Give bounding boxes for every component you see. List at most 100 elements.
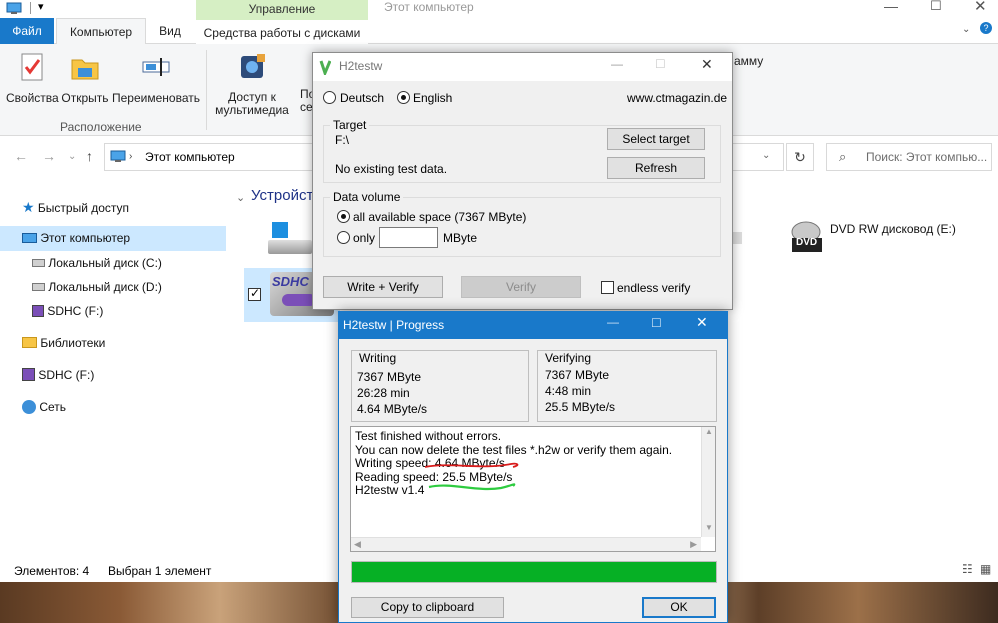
open-button[interactable]: Открыть <box>60 52 110 105</box>
nav-label: Локальный диск (D:) <box>48 280 162 294</box>
handwritten-underline-marks <box>424 462 519 491</box>
write-verify-button[interactable]: Write + Verify <box>323 276 443 298</box>
windows-drive-icon[interactable] <box>268 222 312 258</box>
scroll-right-icon[interactable]: ▶ <box>690 539 697 550</box>
lang-english-radio[interactable] <box>397 91 410 104</box>
website-link[interactable]: www.ctmagazin.de <box>627 91 727 105</box>
star-icon: ★ <box>22 199 35 215</box>
address-dropdown-icon[interactable]: ⌄ <box>762 150 770 161</box>
address-box-end[interactable]: ⌄ <box>726 143 784 171</box>
nav-item-sdhc[interactable]: SDHC (F:) <box>32 304 103 318</box>
nav-item-quick-access[interactable]: ★ Быстрый доступ <box>22 199 129 216</box>
recent-dropdown-icon[interactable]: ⌄ <box>68 151 76 162</box>
nav-label: SDHC (F:) <box>47 304 104 318</box>
open-label: Открыть <box>61 91 109 105</box>
media-icon <box>241 54 265 78</box>
ribbon-partial-label: амму <box>734 54 764 68</box>
maximize-icon[interactable]: ☐ <box>651 316 662 330</box>
close-icon[interactable]: ✕ <box>696 314 708 331</box>
quick-access-dropdown-icon[interactable]: ▾ <box>38 0 44 13</box>
mbyte-unit-label: MByte <box>443 231 478 245</box>
all-space-label[interactable]: all available space (7367 MByte) <box>353 210 526 224</box>
nav-item-disk-c[interactable]: Локальный диск (C:) <box>32 256 162 270</box>
address-box[interactable]: › Этот компьютер <box>104 143 314 171</box>
up-icon[interactable]: ↑ <box>86 148 93 164</box>
vertical-scrollbar[interactable]: ▲ ▼ <box>701 427 715 537</box>
endless-verify-label[interactable]: endless verify <box>617 281 690 295</box>
h2testw-window: H2testw — ☐ ✕ Deutsch English www.ctmaga… <box>312 52 733 310</box>
network-icon <box>22 400 36 414</box>
endless-verify-checkbox[interactable] <box>601 281 614 294</box>
sd-card-icon <box>32 305 44 317</box>
verifying-caption: Verifying <box>545 351 592 365</box>
back-icon[interactable]: ← <box>14 148 28 164</box>
properties-label: Свойства <box>6 91 59 105</box>
scroll-left-icon[interactable]: ◀ <box>354 539 361 550</box>
nav-item-network[interactable]: Сеть <box>22 400 66 414</box>
collapse-ribbon-icon[interactable]: ⌄ <box>962 24 970 35</box>
select-target-button[interactable]: Select target <box>607 128 705 150</box>
data-volume-caption: Data volume <box>330 190 404 204</box>
properties-button[interactable]: Свойства <box>6 52 59 105</box>
close-icon[interactable]: ✕ <box>701 56 713 73</box>
search-placeholder: Поиск: Этот компью... <box>866 150 988 164</box>
explorer-titlebar: ▾ Этот компьютер — ☐ ✕ <box>0 0 998 18</box>
lang-english-label[interactable]: English <box>413 91 452 105</box>
nav-item-this-pc[interactable]: Этот компьютер <box>22 231 130 245</box>
pc-icon <box>22 233 37 243</box>
maximize-icon[interactable]: ☐ <box>930 0 942 14</box>
nav-item-disk-d[interactable]: Локальный диск (D:) <box>32 280 162 294</box>
minimize-icon[interactable]: — <box>607 315 619 329</box>
pc-icon <box>110 150 126 162</box>
title-divider <box>30 2 31 14</box>
tab-view[interactable]: Вид <box>150 18 190 44</box>
help-icon[interactable]: ? <box>980 22 992 34</box>
tile-checkbox[interactable]: ✓ <box>248 286 261 301</box>
verifying-panel: Verifying 7367 MByte 4:48 min 25.5 MByte… <box>537 350 717 422</box>
maximize-icon[interactable]: ☐ <box>655 57 666 71</box>
details-view-icon[interactable]: ☷ <box>962 562 973 576</box>
horizontal-scrollbar[interactable]: ◀ ▶ <box>351 537 701 551</box>
writing-panel: Writing 7367 MByte 26:28 min 4.64 MByte/… <box>351 350 529 422</box>
nav-item-libraries[interactable]: Библиотеки <box>22 336 105 350</box>
close-icon[interactable]: ✕ <box>974 0 987 15</box>
tab-computer[interactable]: Компьютер <box>56 18 146 45</box>
copy-clipboard-button[interactable]: Copy to clipboard <box>351 597 504 618</box>
refresh-button[interactable]: Refresh <box>607 157 705 179</box>
result-textbox[interactable]: Test finished without errors. You can no… <box>350 426 716 552</box>
mbyte-input[interactable] <box>379 227 438 248</box>
refresh-icon[interactable]: ↻ <box>786 143 814 171</box>
sd-card-icon <box>22 368 35 381</box>
lang-deutsch-radio[interactable] <box>323 91 336 104</box>
explorer-title-text: Этот компьютер <box>384 0 474 14</box>
rename-button[interactable]: Переименовать <box>112 52 200 105</box>
result-line: You can now delete the test files *.h2w … <box>355 442 673 457</box>
media-access-button[interactable]: Доступ к мультимедиа <box>212 52 292 117</box>
group-collapse-icon[interactable]: ⌄ <box>236 191 245 204</box>
libraries-icon <box>22 337 37 348</box>
minimize-icon[interactable]: — <box>611 57 623 71</box>
minimize-icon[interactable]: — <box>884 0 898 14</box>
only-label[interactable]: only <box>353 231 375 245</box>
forward-icon[interactable]: → <box>42 148 56 164</box>
lang-deutsch-label[interactable]: Deutsch <box>340 91 384 105</box>
h2testw-titlebar: H2testw — ☐ ✕ <box>313 53 732 81</box>
verify-button[interactable]: Verify <box>461 276 581 298</box>
ribbon-group-location: Расположение <box>60 120 142 134</box>
progress-fill <box>352 562 716 582</box>
verifying-speed: 25.5 MByte/s <box>545 400 616 414</box>
only-radio[interactable] <box>337 231 350 244</box>
nav-label: Сеть <box>39 400 67 414</box>
result-line: Test finished without errors. <box>355 429 502 443</box>
tab-disk-tools[interactable]: Средства работы с дисками <box>196 18 368 44</box>
scroll-up-icon[interactable]: ▲ <box>705 427 713 436</box>
tab-file[interactable]: Файл <box>0 18 54 44</box>
nav-label: Быстрый доступ <box>37 201 130 215</box>
ok-button[interactable]: OK <box>642 597 716 618</box>
dvd-drive-label[interactable]: DVD RW дисковод (E:) <box>830 222 956 236</box>
scroll-down-icon[interactable]: ▼ <box>705 523 713 532</box>
ribbon-tabs: Файл Компьютер Вид Средства работы с дис… <box>0 18 998 45</box>
all-space-radio[interactable] <box>337 210 350 223</box>
nav-item-sdhc-2[interactable]: SDHC (F:) <box>22 368 94 382</box>
tiles-view-icon[interactable]: ▦ <box>980 562 991 576</box>
